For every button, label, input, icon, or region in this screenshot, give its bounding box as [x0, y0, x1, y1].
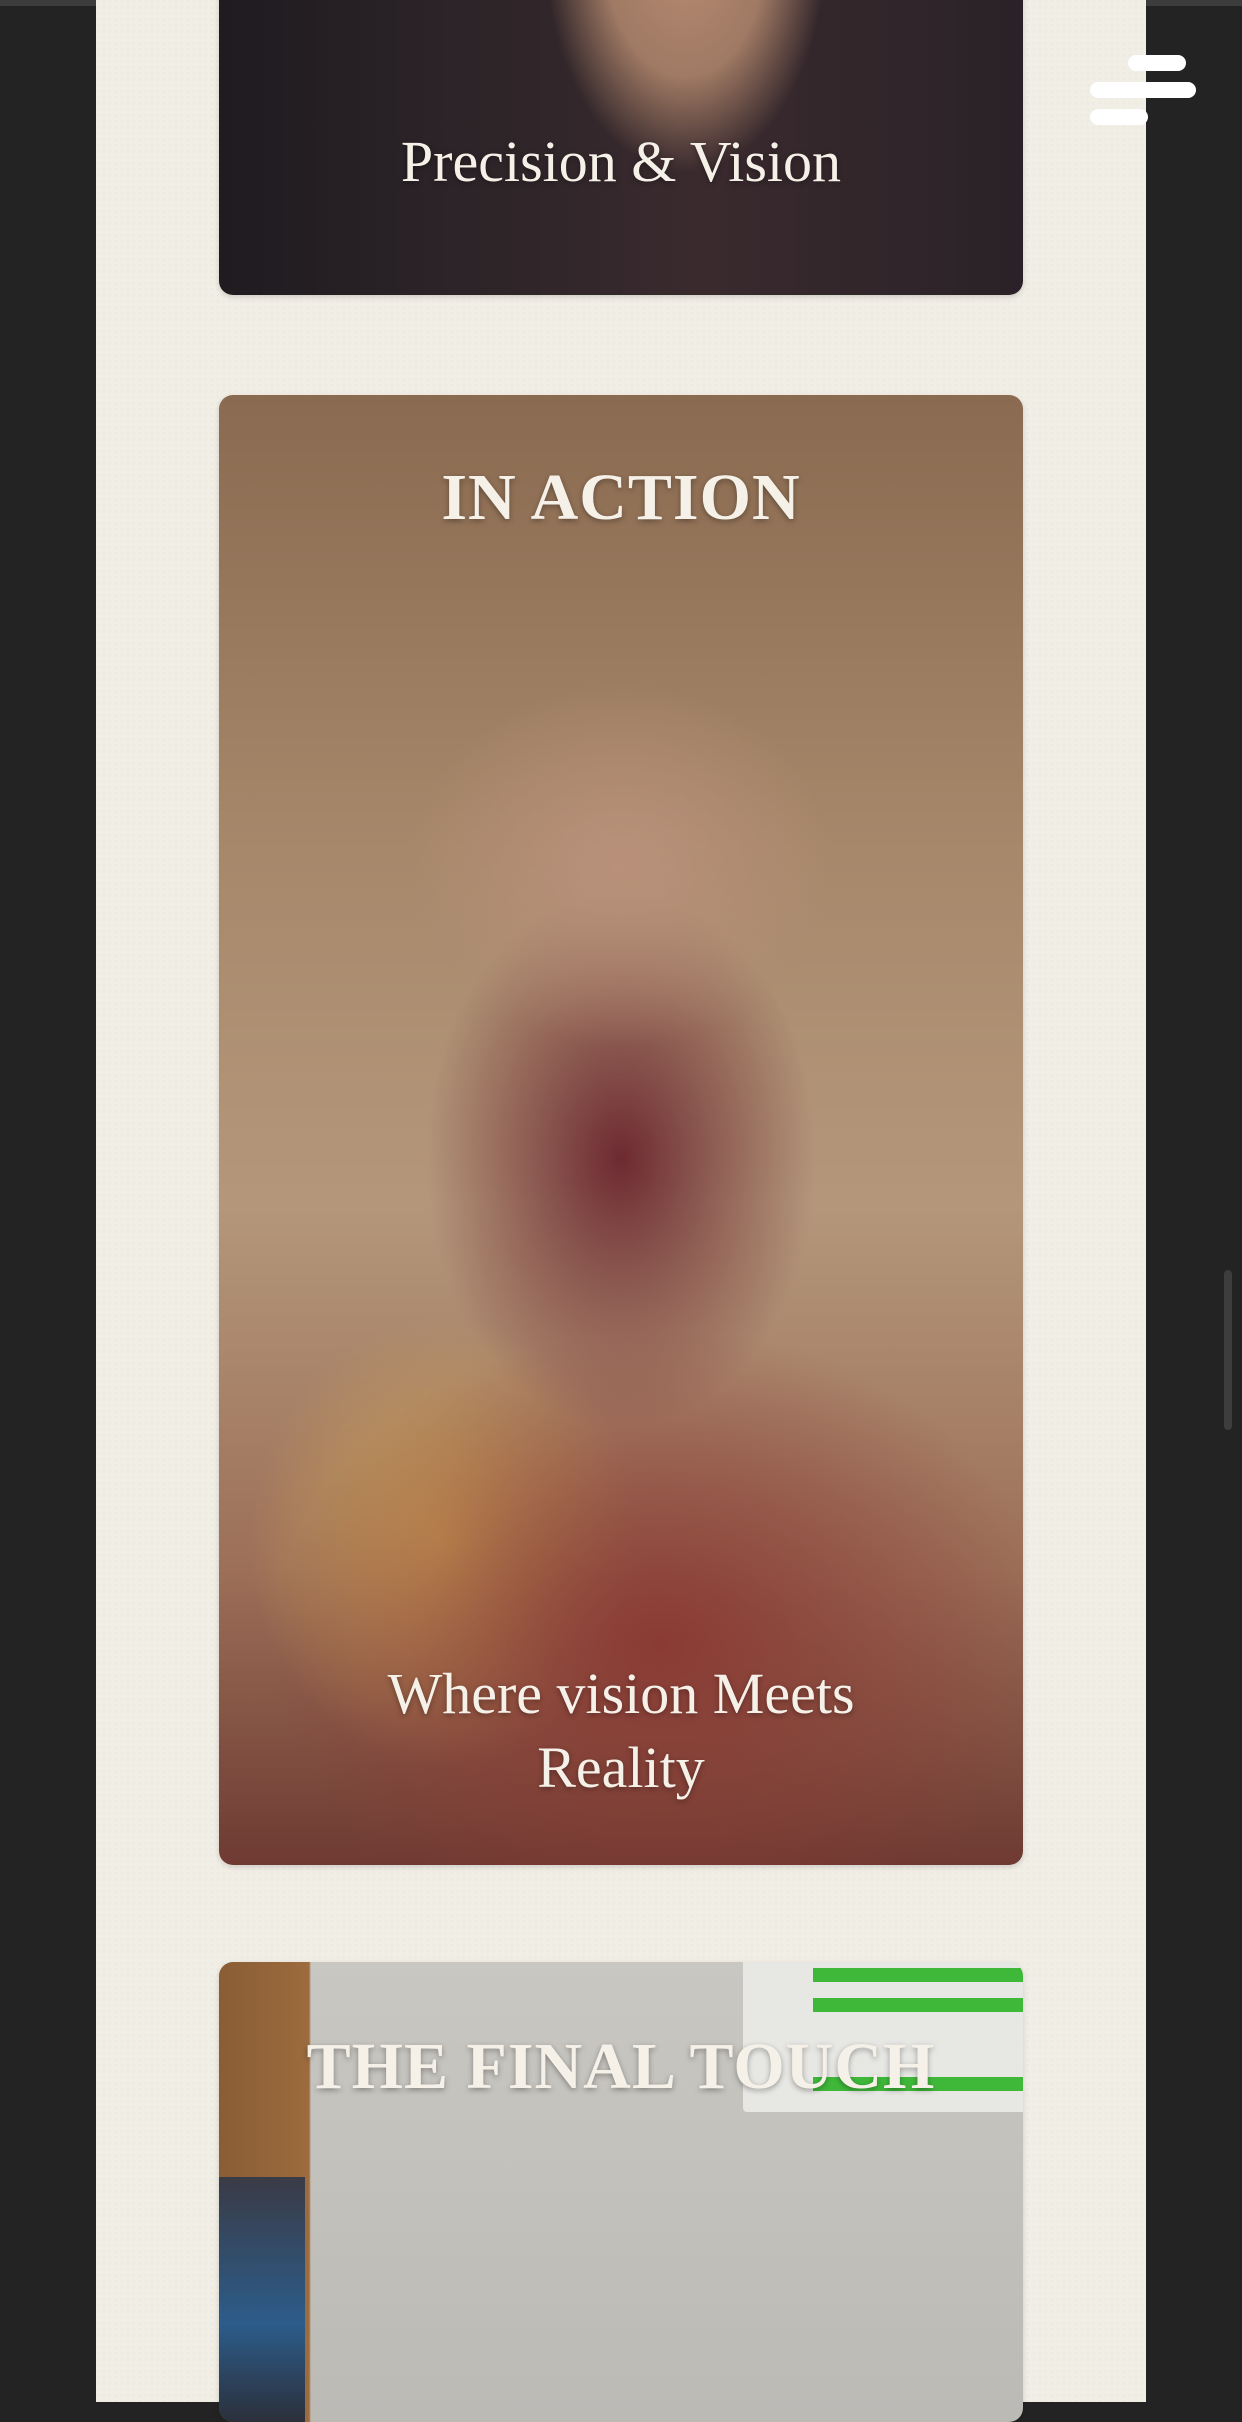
caption-line: Reality: [537, 1735, 705, 1800]
slate-band: [813, 1968, 1023, 1982]
card-caption: Precision & Vision: [400, 129, 842, 194]
page-content: Precision & Vision IN ACTION Where visio…: [96, 0, 1146, 2422]
poster-image: [219, 2177, 305, 2422]
menu-button[interactable]: [1090, 55, 1200, 125]
scrollbar-thumb[interactable]: [1224, 1270, 1232, 1430]
card-title: THE FINAL TOUCH: [306, 2030, 936, 2103]
card-precision-vision[interactable]: Precision & Vision: [219, 0, 1023, 295]
slate-band: [813, 1998, 1023, 2012]
card-title: IN ACTION: [441, 461, 801, 534]
card-in-action[interactable]: IN ACTION Where vision Meets Reality: [219, 395, 1023, 1865]
caption-line: Where vision Meets: [387, 1661, 855, 1726]
card-caption: Where vision Meets Reality: [219, 1657, 1023, 1805]
card-final-touch[interactable]: THE FINAL TOUCH: [219, 1962, 1023, 2422]
